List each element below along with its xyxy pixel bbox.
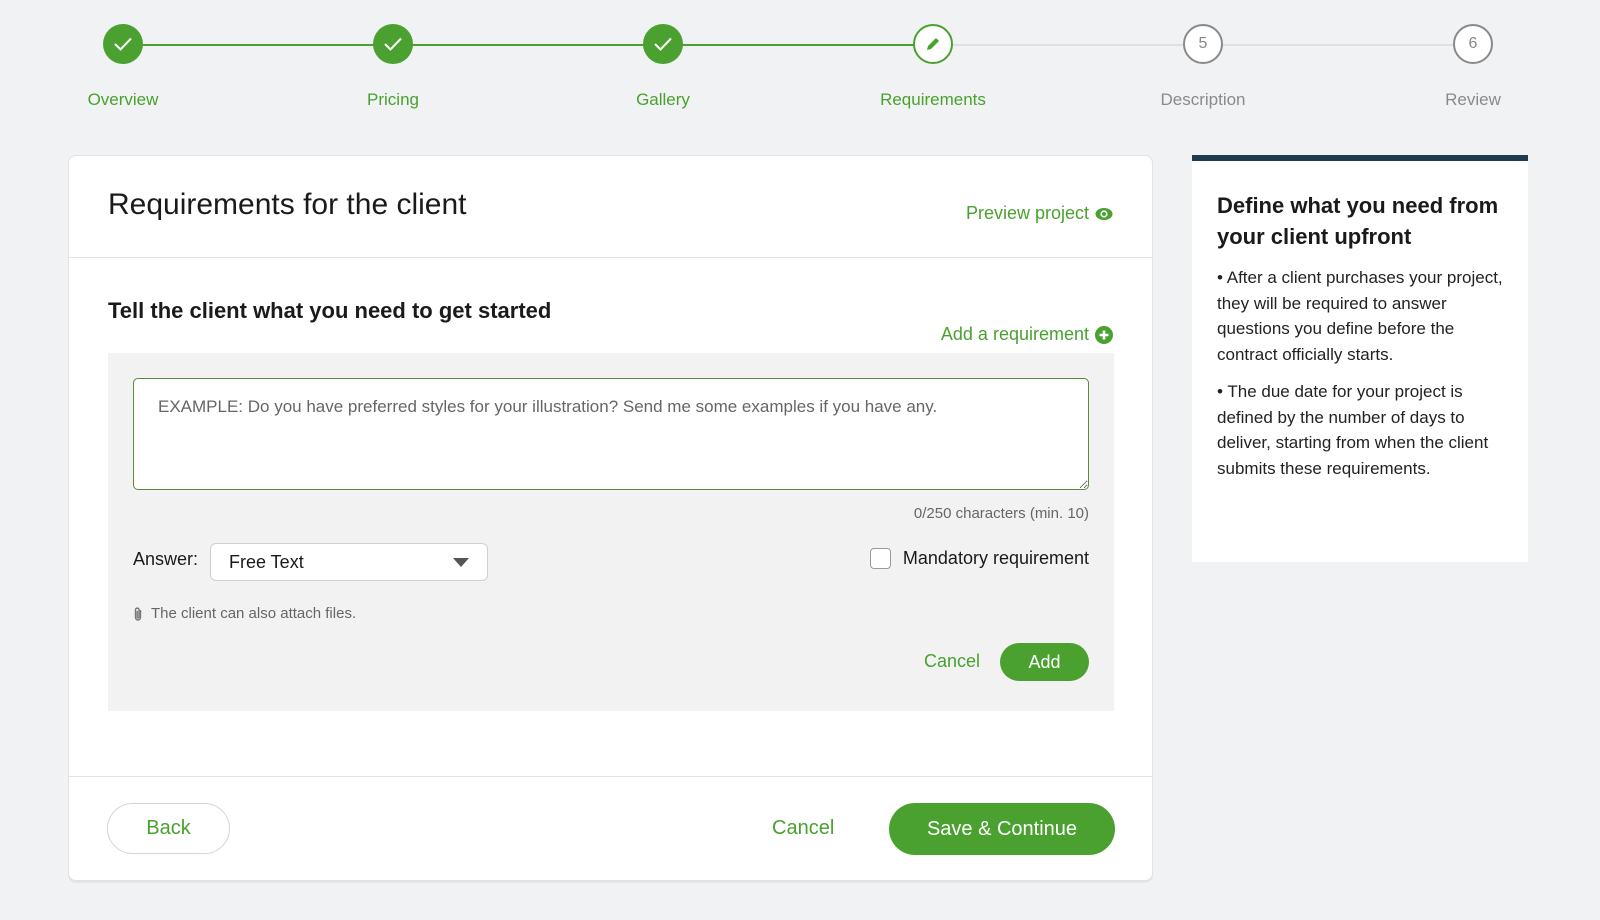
step-circle <box>643 24 683 64</box>
mandatory-requirement-toggle[interactable]: Mandatory requirement <box>869 548 1089 569</box>
check-icon <box>654 37 672 51</box>
answer-selected-value: Free Text <box>229 551 304 572</box>
step-pricing[interactable]: Pricing <box>313 24 473 110</box>
info-panel: Define what you need from your client up… <box>1192 155 1528 562</box>
plus-circle-icon <box>1095 325 1113 344</box>
step-label: Pricing <box>367 90 419 109</box>
pencil-icon <box>927 38 939 50</box>
step-label: Review <box>1445 90 1501 109</box>
mandatory-label: Mandatory requirement <box>902 548 1089 568</box>
preview-project-link[interactable]: Preview project <box>966 203 1113 224</box>
step-gallery[interactable]: Gallery <box>583 24 743 110</box>
section-title: Tell the client what you need to get sta… <box>108 298 552 323</box>
info-title: Define what you need from your client up… <box>1217 193 1499 249</box>
attach-note: The client can also attach files. <box>133 605 356 622</box>
step-review[interactable]: 6 Review <box>1393 24 1553 110</box>
info-bullet: • After a client purchases your project,… <box>1217 268 1503 364</box>
step-label: Requirements <box>880 90 986 109</box>
attach-note-text: The client can also attach files. <box>151 605 357 622</box>
requirements-card: Requirements for the client Preview proj… <box>68 155 1153 881</box>
step-requirements[interactable]: Requirements <box>853 24 1013 110</box>
char-counter: 0/250 characters (min. 10) <box>913 505 1089 522</box>
check-icon <box>114 37 132 51</box>
caret-down-icon <box>453 557 469 567</box>
step-circle <box>103 24 143 64</box>
requirement-cancel-button[interactable]: Cancel <box>924 651 980 672</box>
step-overview[interactable]: Overview <box>43 24 203 110</box>
answer-type-select[interactable]: Free Text <box>210 543 488 581</box>
step-circle <box>913 24 953 64</box>
step-label: Overview <box>87 90 159 109</box>
answer-label: Answer: <box>133 549 199 569</box>
eye-icon <box>1095 207 1113 220</box>
requirement-add-button[interactable]: Add <box>1000 643 1089 681</box>
info-body: • After a client purchases your project,… <box>1217 265 1507 493</box>
add-requirement-label: Add a requirement <box>940 324 1089 344</box>
step-circle <box>373 24 413 64</box>
check-icon <box>384 37 402 51</box>
paperclip-icon <box>134 606 142 621</box>
cancel-button[interactable]: Cancel <box>772 817 834 840</box>
requirement-form: 0/250 characters (min. 10) Answer: Free … <box>108 353 1114 711</box>
card-footer: Back Cancel Save & Continue <box>69 776 1152 881</box>
page-title: Requirements for the client <box>108 188 467 221</box>
step-label: Description <box>1160 90 1246 109</box>
step-description[interactable]: 5 Description <box>1123 24 1283 110</box>
step-number: 5 <box>1183 24 1223 64</box>
back-button[interactable]: Back <box>107 803 230 854</box>
save-continue-button[interactable]: Save & Continue <box>889 803 1115 855</box>
preview-label: Preview project <box>965 203 1089 223</box>
add-requirement-link[interactable]: Add a requirement <box>941 324 1113 345</box>
requirement-question-input[interactable] <box>133 378 1089 490</box>
step-number: 6 <box>1453 24 1493 64</box>
progress-stepper: Overview Pricing Gallery Requirements 5 … <box>0 0 1600 130</box>
info-bullet: • The due date for your project is defin… <box>1217 382 1489 478</box>
mandatory-checkbox[interactable] <box>869 548 891 569</box>
step-label: Gallery <box>636 90 690 109</box>
card-header: Requirements for the client Preview proj… <box>69 156 1152 258</box>
